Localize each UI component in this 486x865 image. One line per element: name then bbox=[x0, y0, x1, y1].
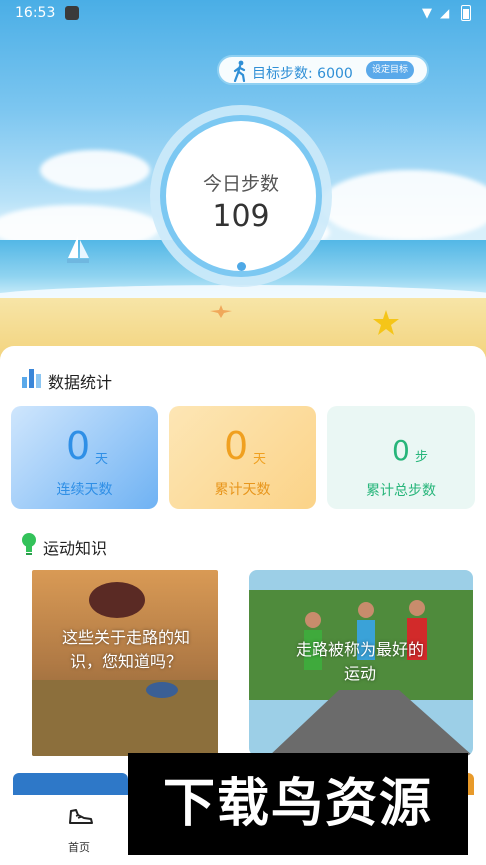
status-time: 16:53 bbox=[15, 5, 56, 21]
stat-unit: 天 bbox=[95, 452, 109, 467]
knowledge-card-text: 这些关于走路的知识，您知道吗？ bbox=[61, 628, 190, 671]
stat-value: 0 bbox=[224, 424, 249, 468]
today-steps-circle: 今日步数 109 bbox=[150, 105, 332, 287]
progress-indicator-dot bbox=[237, 262, 246, 271]
stat-card-total-days: 0 天 累计天数 bbox=[169, 406, 316, 509]
stat-caption: 累计天数 bbox=[214, 482, 271, 498]
starfish-illustration bbox=[373, 310, 399, 335]
sailboat-illustration bbox=[67, 236, 89, 263]
stat-unit: 步 bbox=[415, 450, 429, 465]
wifi-icon: ▼ bbox=[422, 6, 432, 21]
stat-value: 0 bbox=[392, 434, 410, 467]
stats-section-title: 数据统计 bbox=[48, 373, 113, 392]
knowledge-card-text: 走路被称为最好的运动 bbox=[295, 640, 424, 683]
nav-home-tab[interactable]: 首页 bbox=[40, 795, 120, 865]
knowledge-section-title: 运动知识 bbox=[43, 539, 108, 558]
walking-person-icon bbox=[233, 60, 246, 82]
stat-caption: 累计总步数 bbox=[366, 483, 436, 499]
battery-icon bbox=[461, 5, 471, 21]
today-steps-label: 今日步数 bbox=[202, 173, 279, 195]
sneaker-icon bbox=[69, 809, 93, 824]
step-goal-pill: 目标步数: 6000 设定目标 bbox=[217, 55, 429, 85]
signal-icon: ◢ bbox=[440, 6, 450, 20]
stat-card-total-steps: 0 步 累计总步数 bbox=[327, 406, 475, 509]
stat-caption: 连续天数 bbox=[56, 482, 113, 498]
starfish-small-illustration bbox=[210, 305, 232, 318]
nav-home-label: 首页 bbox=[68, 841, 90, 854]
watermark-overlay: 下载鸟资源 bbox=[128, 753, 468, 855]
stat-card-consecutive-days: 0 天 连续天数 bbox=[11, 406, 158, 509]
knowledge-card-walking-facts[interactable]: 这些关于走路的知识，您知道吗？ bbox=[32, 570, 218, 756]
lightbulb-icon bbox=[22, 533, 36, 555]
set-goal-button[interactable]: 设定目标 bbox=[366, 61, 414, 79]
stat-value: 0 bbox=[66, 424, 91, 468]
step-goal-text: 目标步数: 6000 bbox=[252, 66, 353, 82]
app-notification-icon bbox=[65, 6, 79, 20]
knowledge-card-best-exercise[interactable]: 走路被称为最好的运动 bbox=[249, 570, 473, 756]
status-bar: 16:53 ▼ ◢ bbox=[0, 0, 486, 28]
bar-chart-icon bbox=[22, 369, 41, 388]
today-steps-value: 109 bbox=[212, 199, 270, 234]
stat-unit: 天 bbox=[253, 452, 267, 467]
